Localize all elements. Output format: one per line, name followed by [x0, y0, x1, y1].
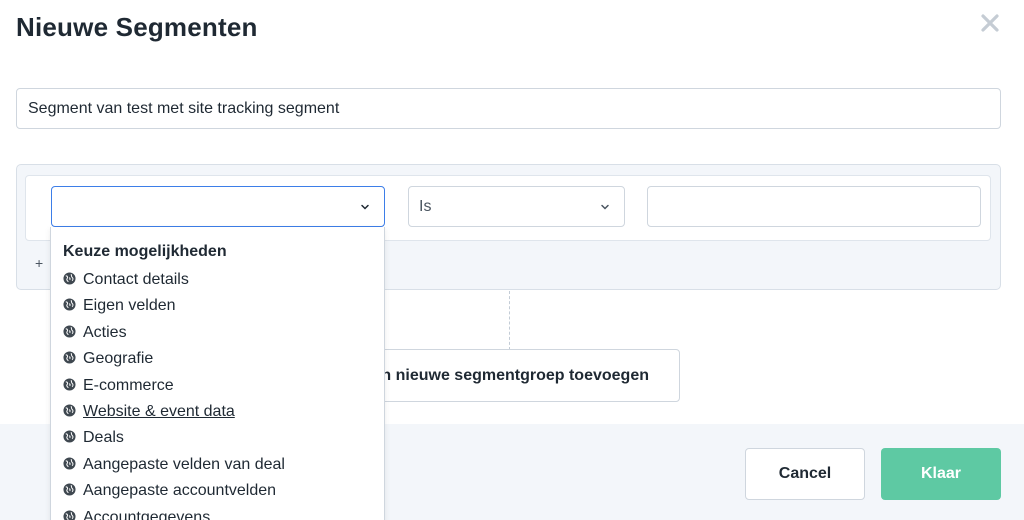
group-connector-line — [509, 291, 510, 350]
dropdown-item-ecommerce[interactable]: E-commerce — [63, 377, 285, 403]
new-segment-modal: Nieuwe Segmenten Is + n nieuwe segmentg — [0, 0, 1024, 520]
globe-icon — [63, 351, 76, 364]
globe-icon — [63, 509, 76, 520]
close-button[interactable] — [978, 11, 1002, 35]
dropdown-item-account-custom-fields[interactable]: Aangepaste accountvelden — [63, 482, 285, 508]
dropdown-heading: Keuze mogelijkheden — [63, 243, 227, 260]
globe-icon — [63, 272, 76, 285]
dropdown-list: Contact details Eigen velden Acties Geog… — [63, 271, 285, 520]
segment-name-input[interactable] — [16, 88, 1001, 129]
field-dropdown-menu: Keuze mogelijkheden Contact details Eige… — [50, 227, 385, 520]
dropdown-item-website-event-data[interactable]: Website & event data — [63, 403, 285, 429]
condition-operator-select[interactable]: Is — [408, 186, 625, 227]
globe-icon — [63, 325, 76, 338]
globe-icon — [63, 457, 76, 470]
dropdown-item-deals[interactable]: Deals — [63, 429, 285, 455]
add-segment-group-label: n nieuwe segmentgroep toevoegen — [381, 367, 649, 384]
close-icon — [981, 14, 999, 32]
globe-icon — [63, 404, 76, 417]
condition-value-input[interactable] — [647, 186, 981, 227]
globe-icon — [63, 483, 76, 496]
dropdown-item-contact-details[interactable]: Contact details — [63, 271, 285, 297]
condition-field-select[interactable] — [51, 186, 385, 227]
dropdown-item-account-details[interactable]: Accountgegevens — [63, 509, 285, 520]
add-condition-button[interactable]: + — [35, 255, 43, 271]
cancel-button[interactable]: Cancel — [745, 448, 865, 500]
chevron-down-icon — [361, 204, 369, 210]
globe-icon — [63, 430, 76, 443]
dropdown-item-deal-custom-fields[interactable]: Aangepaste velden van deal — [63, 456, 285, 482]
dropdown-item-custom-fields[interactable]: Eigen velden — [63, 297, 285, 323]
globe-icon — [63, 378, 76, 391]
dropdown-item-geography[interactable]: Geografie — [63, 350, 285, 376]
globe-icon — [63, 298, 76, 311]
modal-title: Nieuwe Segmenten — [16, 12, 258, 42]
done-button[interactable]: Klaar — [881, 448, 1001, 500]
operator-value: Is — [419, 198, 432, 215]
chevron-down-icon — [601, 204, 609, 210]
dropdown-item-actions[interactable]: Acties — [63, 324, 285, 350]
